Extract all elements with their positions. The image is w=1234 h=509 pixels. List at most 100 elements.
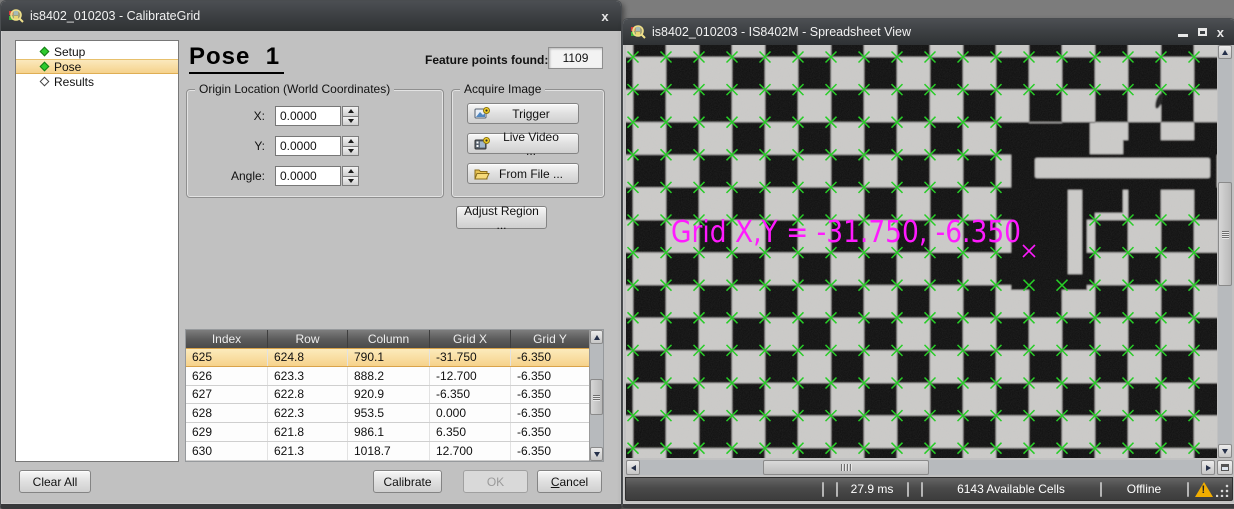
column-header[interactable]: Grid X: [430, 330, 511, 348]
cell-gridx: -31.750: [430, 349, 511, 366]
close-icon[interactable]: x: [1217, 26, 1224, 39]
table-row[interactable]: 626 623.3 888.2 -12.700 -6.350: [186, 367, 589, 386]
chevron-up-icon: [348, 169, 354, 173]
trigger-button[interactable]: Trigger: [467, 103, 579, 124]
scrollbar-thumb[interactable]: [1218, 182, 1232, 286]
cancel-label: Cancel: [551, 475, 588, 489]
image-horizontal-scrollbar[interactable]: [626, 460, 1215, 475]
column-header[interactable]: Column: [348, 330, 430, 348]
scroll-down-button[interactable]: [1218, 444, 1232, 458]
spin-up-button[interactable]: [342, 166, 359, 177]
close-icon[interactable]: x: [596, 10, 614, 23]
arrow-left-icon: [631, 465, 636, 471]
cell-column: 790.1: [348, 349, 430, 366]
spin-down-button[interactable]: [342, 147, 359, 157]
clear-all-button[interactable]: Clear All: [19, 470, 91, 493]
scroll-down-button[interactable]: [590, 447, 603, 461]
angle-field[interactable]: [275, 166, 341, 186]
x-field-row: X:: [187, 106, 359, 126]
ok-button[interactable]: OK: [463, 470, 528, 493]
spin-down-button[interactable]: [342, 117, 359, 127]
acquisition-time: 27.9 ms: [838, 478, 906, 500]
column-header[interactable]: Grid Y: [511, 330, 589, 348]
status-separator: [907, 482, 909, 497]
scroll-right-button[interactable]: [1201, 460, 1215, 475]
resize-grip[interactable]: [1216, 484, 1229, 497]
tree-item-results[interactable]: Results: [16, 74, 178, 89]
cell-gridy: -6.350: [511, 367, 589, 385]
chevron-down-icon: [348, 179, 354, 183]
maximize-icon[interactable]: [1198, 28, 1207, 36]
cell-row: 622.8: [268, 386, 348, 404]
warning-indicator[interactable]: [1192, 478, 1216, 500]
cell-index: 625: [186, 349, 268, 366]
table-row[interactable]: 625 624.8 790.1 -31.750 -6.350: [186, 348, 589, 367]
app-icon: [8, 8, 24, 24]
cell-gridy: -6.350: [511, 442, 589, 460]
scroll-left-button[interactable]: [626, 460, 640, 475]
connection-status: Offline: [1102, 478, 1186, 500]
feature-points-table: Index Row Column Grid X Grid Y 625 624.8…: [185, 329, 604, 462]
spin-down-button[interactable]: [342, 177, 359, 187]
table-scrollbar[interactable]: [589, 330, 603, 461]
x-label: X:: [187, 109, 275, 123]
cell-index: 626: [186, 367, 268, 385]
arrow-right-icon: [1206, 465, 1211, 471]
cell-column: 920.9: [348, 386, 430, 404]
table-row[interactable]: 629 621.8 986.1 6.350 -6.350: [186, 423, 589, 442]
viewport-corner-button[interactable]: [1217, 460, 1233, 475]
table-row[interactable]: 627 622.8 920.9 -6.350 -6.350: [186, 386, 589, 405]
pose-step-tree: Setup Pose Results: [15, 40, 179, 462]
calibrate-grid-dialog: is8402_010203 - CalibrateGrid x Setup Po…: [0, 0, 622, 509]
y-label: Y:: [187, 139, 275, 153]
calibrate-label: Calibrate: [383, 475, 431, 489]
step-complete-icon: [40, 62, 50, 72]
cell-gridx: 6.350: [430, 423, 511, 441]
angle-spinner: [342, 166, 359, 186]
tree-item-pose[interactable]: Pose: [16, 59, 178, 74]
window-icon: [1221, 464, 1229, 471]
clear-all-label: Clear All: [33, 475, 78, 489]
warning-icon: [1195, 482, 1213, 497]
spin-up-button[interactable]: [342, 136, 359, 147]
cell-index: 628: [186, 404, 268, 422]
live-video-button[interactable]: Live Video ...: [467, 133, 579, 154]
cell-column: 986.1: [348, 423, 430, 441]
x-field[interactable]: [275, 106, 341, 126]
y-field[interactable]: [275, 136, 341, 156]
table-row[interactable]: 630 621.3 1018.7 12.700 -6.350: [186, 442, 589, 461]
tree-item-setup[interactable]: Setup: [16, 44, 178, 59]
calibrate-button[interactable]: Calibrate: [373, 470, 442, 493]
table-header-row: Index Row Column Grid X Grid Y: [186, 330, 589, 348]
scroll-up-button[interactable]: [590, 330, 603, 344]
right-window-title: is8402_010203 - IS8402M - Spreadsheet Vi…: [652, 25, 911, 39]
column-header[interactable]: Index: [186, 330, 268, 348]
scroll-up-button[interactable]: [1218, 45, 1232, 59]
feature-points-value: 1109: [548, 47, 603, 69]
left-titlebar[interactable]: is8402_010203 - CalibrateGrid x: [1, 1, 621, 31]
spin-up-button[interactable]: [342, 106, 359, 117]
from-file-button[interactable]: From File ...: [467, 163, 579, 184]
cancel-button[interactable]: Cancel: [537, 470, 602, 493]
trigger-label: Trigger: [498, 107, 572, 121]
camera-image[interactable]: Grid X,Y = -31.750, -6.350: [626, 45, 1217, 458]
table-row[interactable]: 628 622.3 953.5 0.000 -6.350: [186, 404, 589, 423]
app-icon: [630, 24, 646, 40]
status-separator: [822, 482, 824, 497]
grid-xy-overlay-text: Grid X,Y = -31.750, -6.350: [671, 215, 1021, 250]
open-folder-icon: [474, 167, 490, 181]
right-titlebar[interactable]: is8402_010203 - IS8402M - Spreadsheet Vi…: [623, 19, 1234, 45]
adjust-region-button[interactable]: Adjust Region ...: [456, 206, 547, 229]
cell-gridx: -6.350: [430, 386, 511, 404]
image-vertical-scrollbar[interactable]: [1218, 45, 1232, 458]
arrow-down-icon: [594, 452, 600, 457]
angle-label: Angle:: [187, 169, 275, 183]
minimize-icon[interactable]: [1178, 34, 1188, 37]
scrollbar-thumb[interactable]: [590, 379, 603, 415]
chevron-up-icon: [348, 139, 354, 143]
column-header[interactable]: Row: [268, 330, 348, 348]
cell-index: 627: [186, 386, 268, 404]
y-field-row: Y:: [187, 136, 359, 156]
scrollbar-thumb[interactable]: [763, 460, 929, 475]
acquire-group-title: Acquire Image: [460, 82, 545, 96]
